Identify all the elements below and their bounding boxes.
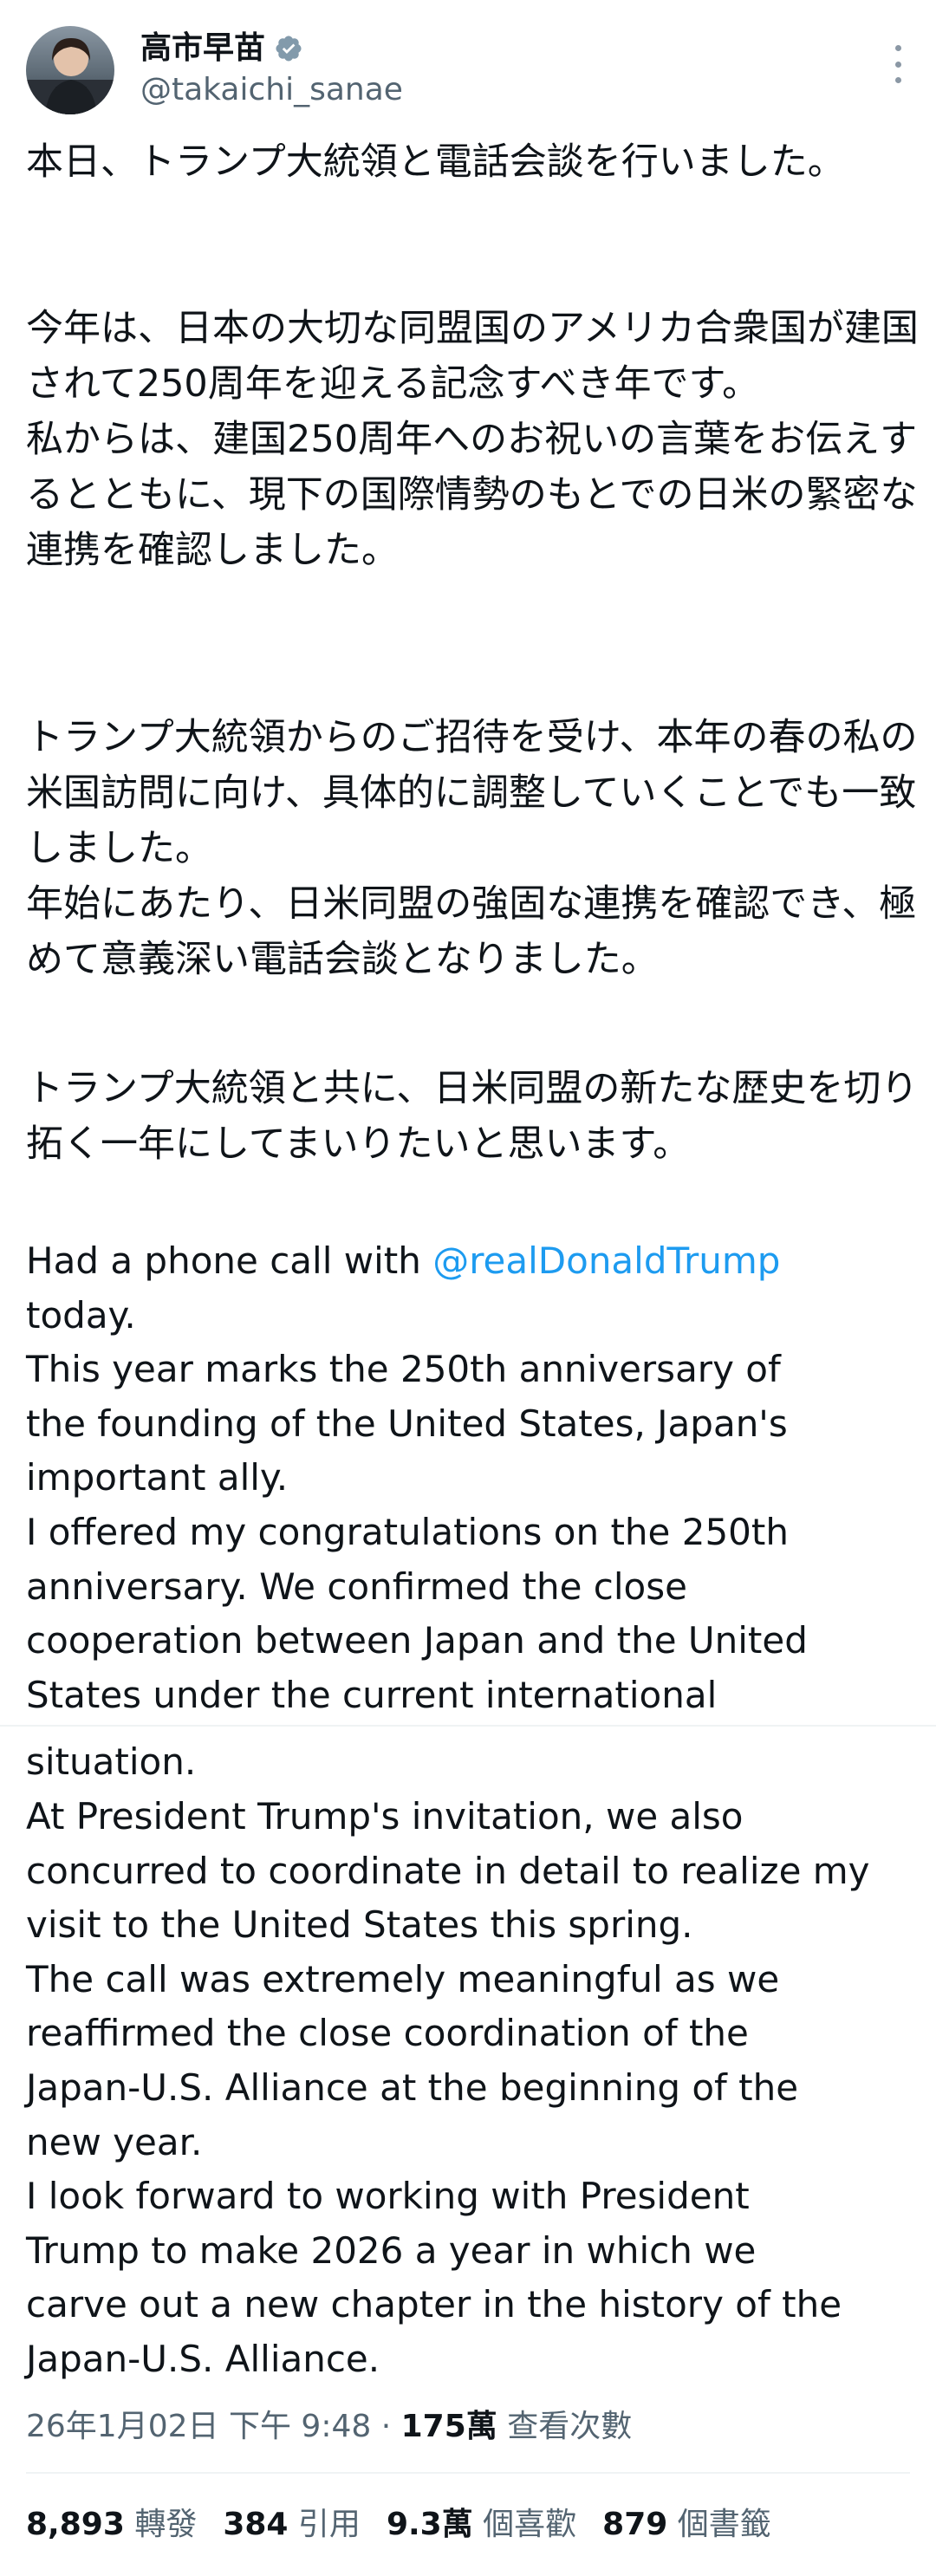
tweet-text-en-line: today. (26, 1293, 136, 1337)
author-name-text[interactable]: 高市早苗 (140, 30, 265, 66)
tweet-text-en-line: I look forward to working with President (26, 2175, 750, 2218)
divider (26, 2472, 910, 2474)
author-name[interactable]: 高市早苗 (140, 29, 303, 73)
engagement-stats: 8,893 轉發 384 引用 9.3萬 個喜歡 879 個書籤 (26, 2501, 771, 2549)
tweet-text-en-line: Trump to make 2026 a year in which we (26, 2228, 757, 2272)
tweet-text-en-line: new year. (26, 2120, 203, 2163)
tweet-header: 高市早苗 @takaichi_sanae (0, 0, 936, 121)
bookmarks-label: 個書籤 (667, 2507, 771, 2542)
tweet-text-en-line: cooperation between Japan and the United (26, 1619, 808, 1662)
quotes-label: 引用 (288, 2507, 361, 2542)
tweet-text-en-line: carve out a new chapter in the history o… (26, 2283, 842, 2326)
mention-link[interactable]: @realDonaldTrump (432, 1239, 780, 1282)
more-options-icon[interactable] (887, 45, 908, 83)
tweet-text-en-line: Had a phone call with @realDonaldTrump (26, 1234, 927, 1289)
tweet-text-jp-1: 本日、トランプ大統領と電話会談を行いました。 (26, 140, 845, 184)
retweets-count: 8,893 (26, 2507, 125, 2542)
avatar[interactable] (26, 26, 114, 114)
likes-label: 個喜歡 (472, 2507, 577, 2542)
tweet-text-en-line: I offered my congratulations on the 250t… (26, 1510, 789, 1553)
tweet-text-en-line: Japan-U.S. Alliance. (26, 2337, 380, 2380)
tweet-text-en-line: important ally. (26, 1456, 289, 1499)
tweet-text-jp-2: 今年は、日本の大切な同盟国のアメリカ合衆国が建国されて250周年を迎える記念すべ… (26, 307, 919, 572)
tweet-text-jp-4: トランプ大統領と共に、日米同盟の新たな歴史を切り拓く一年にしてまいりたいと思いま… (26, 1067, 919, 1166)
likes-stat[interactable]: 9.3萬 個喜歡 (387, 2507, 576, 2542)
meta-separator: · (371, 2409, 401, 2444)
tweet-text-en-prefix: Had a phone call with (26, 1239, 433, 1282)
tweet-text-en-line: The call was extremely meaningful as we (26, 1957, 780, 2000)
tweet-text-en: Had a phone call with @realDonaldTrump t… (26, 1234, 927, 2386)
tweet-text-en-line: anniversary. We confirmed the close (26, 1564, 687, 1608)
verified-badge-icon (274, 34, 303, 73)
retweets-stat[interactable]: 8,893 轉發 (26, 2507, 197, 2542)
tweet-text-en-line: situation. (26, 1740, 197, 1784)
tweet-text-en-line: reaffirmed the close coordination of the (26, 2012, 749, 2055)
quotes-stat[interactable]: 384 引用 (223, 2507, 361, 2542)
tweet-text-en-line: States under the current international (26, 1673, 718, 1716)
tweet-text-en-line: This year marks the 250th anniversary of (26, 1348, 781, 1391)
quotes-count: 384 (223, 2507, 289, 2542)
tweet-text-en-line: the founding of the United States, Japan… (26, 1402, 788, 1445)
tweet-meta: 26年1月02日 下午 9:48 · 175萬 查看次數 (26, 2405, 632, 2449)
tweet-text-en-line: visit to the United States this spring. (26, 1903, 693, 1947)
bookmarks-stat[interactable]: 879 個書籤 (602, 2507, 771, 2542)
author-handle[interactable]: @takaichi_sanae (140, 71, 403, 109)
tweet-text-en-line: Japan-U.S. Alliance at the beginning of … (26, 2065, 799, 2109)
retweets-label: 轉發 (124, 2507, 198, 2542)
tweet-text-en-line: At President Trump's invitation, we also (26, 1794, 744, 1838)
screenshot-seam (0, 1725, 936, 1727)
likes-count: 9.3萬 (386, 2507, 473, 2542)
bookmarks-count: 879 (602, 2507, 668, 2542)
tweet-text-en-line: concurred to coordinate in detail to rea… (26, 1849, 870, 1892)
views-count: 175萬 (400, 2409, 497, 2444)
tweet-text-jp-3: トランプ大統領からのご招待を受け、本年の春の私の米国訪問に向け、具体的に調整して… (26, 716, 918, 981)
tweet-timestamp[interactable]: 26年1月02日 下午 9:48 (26, 2409, 371, 2444)
views-label: 查看次數 (497, 2409, 633, 2444)
